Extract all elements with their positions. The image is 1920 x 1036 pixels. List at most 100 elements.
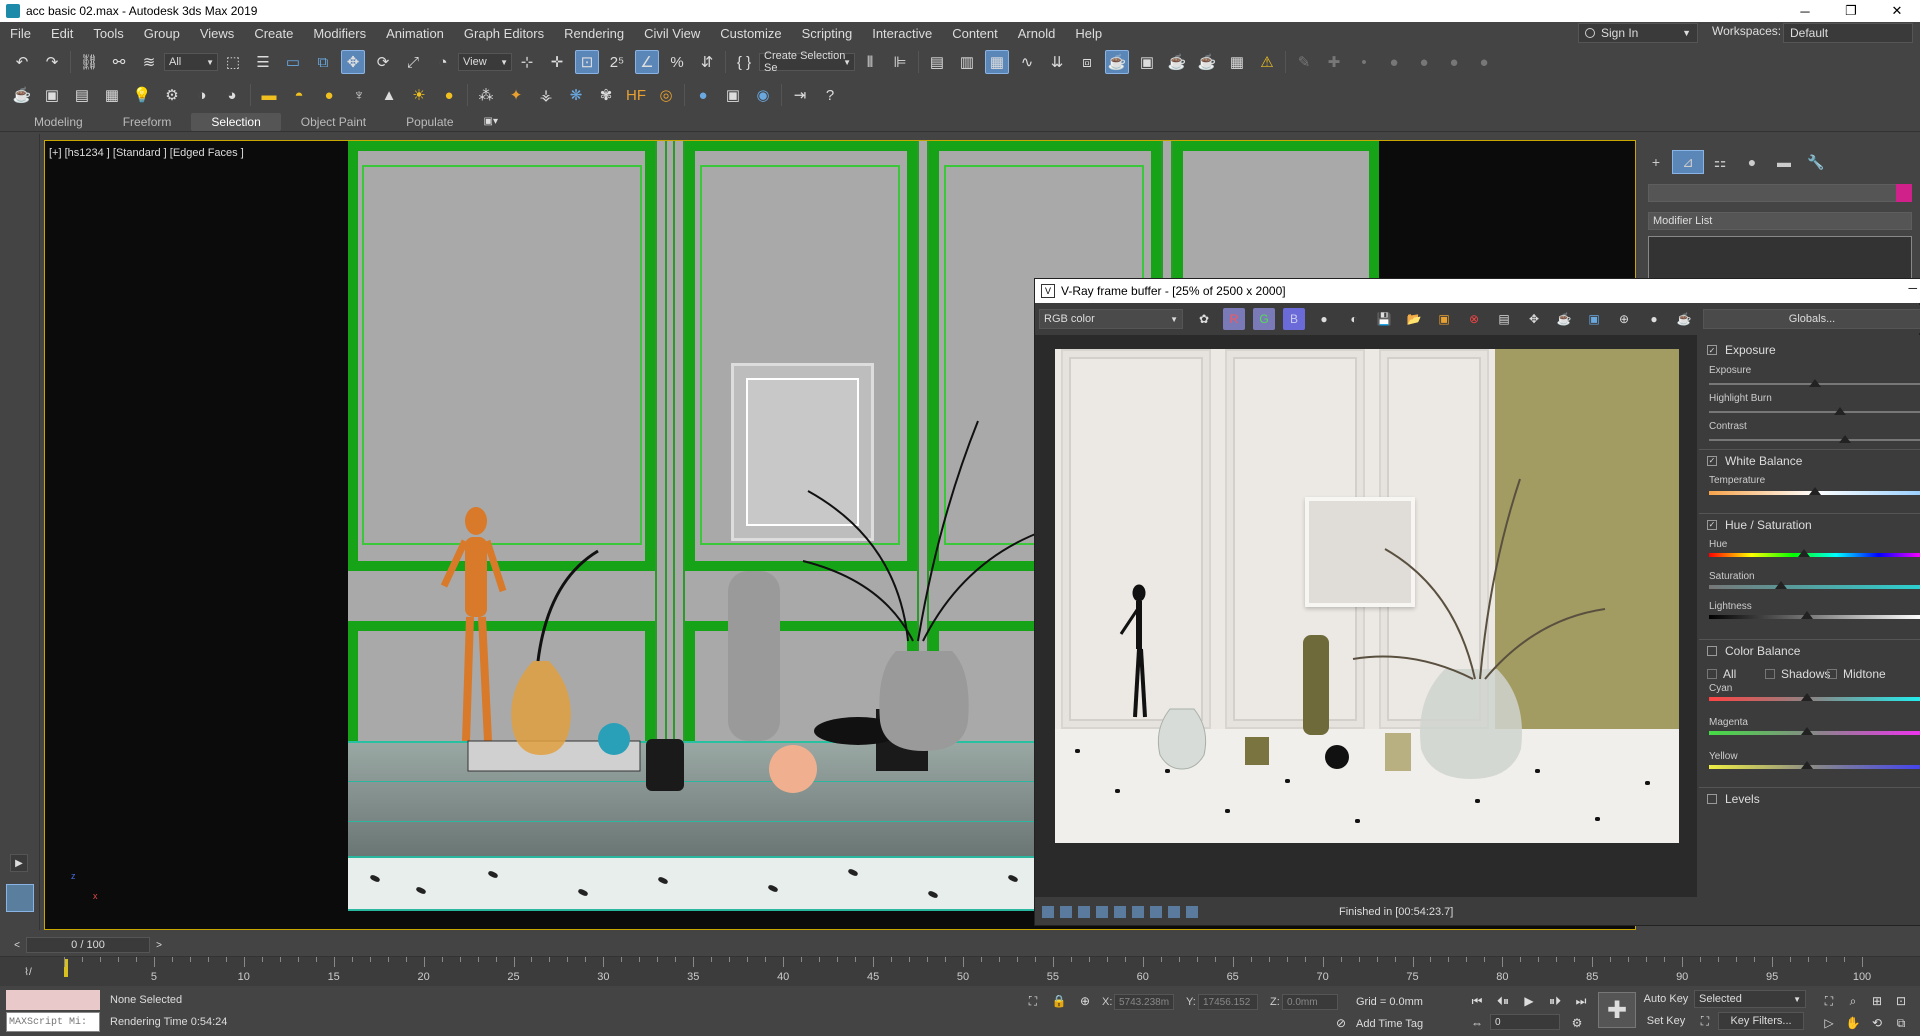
levels-section[interactable]: Levels bbox=[1699, 787, 1920, 809]
next-frame-icon[interactable]: ⏸⏵ bbox=[1544, 992, 1566, 1010]
link-icon[interactable]: ⊕ bbox=[1613, 308, 1635, 330]
select-move-icon[interactable]: ✥ bbox=[341, 50, 365, 74]
mirror-icon[interactable]: ⫴ bbox=[858, 50, 882, 74]
zoom-all-icon[interactable]: ⊞ bbox=[1866, 992, 1888, 1010]
absolute-mode-icon[interactable]: ⊕ bbox=[1074, 992, 1096, 1010]
pivot-center-icon[interactable]: ⊹ bbox=[515, 50, 539, 74]
utilities-tab-icon[interactable]: 🔧 bbox=[1800, 150, 1832, 174]
color-balance-section[interactable]: Color Balance bbox=[1699, 639, 1920, 661]
maxscript-listener[interactable] bbox=[6, 990, 100, 1010]
vray-debug-icon[interactable]: ◉ bbox=[751, 83, 775, 107]
circle-icon[interactable]: ● bbox=[1442, 50, 1466, 74]
sign-in-button[interactable]: Sign In ▼ bbox=[1578, 23, 1698, 43]
toggle-ribbon-icon[interactable]: ▥ bbox=[955, 50, 979, 74]
orbit-icon[interactable]: ✋ bbox=[1842, 1014, 1864, 1032]
tab-freeform[interactable]: Freeform bbox=[103, 113, 192, 131]
lightness-slider[interactable] bbox=[1709, 611, 1920, 619]
slider-thumb[interactable] bbox=[1800, 611, 1813, 619]
render-elements-icon[interactable]: ▤ bbox=[70, 83, 94, 107]
curve-icon[interactable] bbox=[1114, 906, 1126, 918]
selection-filter-dropdown[interactable]: All ▼ bbox=[164, 53, 218, 71]
menu-group[interactable]: Group bbox=[134, 26, 190, 41]
sphere-light-icon[interactable]: ● bbox=[317, 83, 341, 107]
menu-file[interactable]: File bbox=[0, 26, 41, 41]
menu-civil-view[interactable]: Civil View bbox=[634, 26, 710, 41]
hue-saturation-checkbox[interactable]: ✓ bbox=[1707, 519, 1717, 530]
menu-arnold[interactable]: Arnold bbox=[1008, 26, 1066, 41]
slider-thumb[interactable] bbox=[1809, 379, 1821, 387]
vray-material-icon[interactable]: ◕ bbox=[220, 83, 244, 107]
workspaces-dropdown[interactable]: Default bbox=[1783, 23, 1913, 43]
ocio-icon[interactable] bbox=[1186, 906, 1198, 918]
rect-selection-icon[interactable]: ▭ bbox=[281, 50, 305, 74]
ornament-icon[interactable]: ◎ bbox=[654, 83, 678, 107]
select-scale-icon[interactable]: ⤢ bbox=[401, 50, 425, 74]
previous-frame-icon[interactable]: ⏴⏸ bbox=[1492, 992, 1514, 1010]
render-area[interactable] bbox=[1035, 335, 1697, 897]
shadows-checkbox[interactable] bbox=[1765, 669, 1775, 679]
pan-icon[interactable]: ▷ bbox=[1818, 1014, 1840, 1032]
midtones-checkbox[interactable] bbox=[1827, 669, 1837, 679]
current-frame-field[interactable]: 0 bbox=[1490, 1014, 1560, 1030]
menu-modifiers[interactable]: Modifiers bbox=[303, 26, 376, 41]
lens-effects-icon[interactable] bbox=[1060, 906, 1072, 918]
redo-icon[interactable]: ↷ bbox=[40, 50, 64, 74]
tab-modeling[interactable]: Modeling bbox=[14, 113, 103, 131]
z-coordinate-field[interactable]: 0.0mm bbox=[1282, 994, 1338, 1010]
select-object-icon[interactable]: ⬚ bbox=[221, 50, 245, 74]
rendered-frame-window-icon[interactable]: ▣ bbox=[1135, 50, 1159, 74]
green-channel-icon[interactable]: G bbox=[1253, 308, 1275, 330]
menu-customize[interactable]: Customize bbox=[710, 26, 791, 41]
menu-content[interactable]: Content bbox=[942, 26, 1008, 41]
globals-button[interactable]: Globals... bbox=[1703, 309, 1920, 329]
slider-thumb[interactable] bbox=[1800, 761, 1813, 769]
hair-icon[interactable]: HF bbox=[624, 83, 648, 107]
hue-slider[interactable] bbox=[1709, 549, 1920, 557]
exposure-checkbox[interactable]: ✓ bbox=[1707, 345, 1717, 355]
copy-icon[interactable]: ▣ bbox=[1433, 308, 1455, 330]
circle-icon[interactable]: ● bbox=[1412, 50, 1436, 74]
schematic-view-icon[interactable]: ⇊ bbox=[1045, 50, 1069, 74]
select-manipulate-icon[interactable]: ✛ bbox=[545, 50, 569, 74]
unlink-icon[interactable]: ⚯ bbox=[107, 50, 131, 74]
slider-thumb[interactable] bbox=[1838, 435, 1851, 443]
lut-icon[interactable] bbox=[1096, 906, 1108, 918]
track-bar[interactable]: ⌇/ 5 10 15 20 25 30 35 40 45 50 55 60 65 70 75 80 85 90 95… bbox=[0, 956, 1920, 986]
highlight-burn-slider[interactable] bbox=[1709, 407, 1920, 415]
all-checkbox[interactable] bbox=[1707, 669, 1717, 679]
menu-graph-editors[interactable]: Graph Editors bbox=[454, 26, 554, 41]
brush-tool-icon[interactable]: ✎ bbox=[1292, 50, 1316, 74]
y-coordinate-field[interactable]: 17456.152 bbox=[1198, 994, 1258, 1010]
motion-tab-icon[interactable]: ● bbox=[1736, 150, 1768, 174]
color-balance-checkbox[interactable] bbox=[1707, 645, 1717, 656]
edit-named-selection-icon[interactable]: { } bbox=[732, 50, 756, 74]
slider-thumb[interactable] bbox=[1834, 407, 1847, 415]
magenta-slider[interactable] bbox=[1709, 727, 1920, 735]
display-tab-icon[interactable]: ▬ bbox=[1768, 150, 1800, 174]
contrast-slider[interactable] bbox=[1709, 435, 1920, 443]
material-sphere-icon[interactable]: ● bbox=[691, 83, 715, 107]
window-crossing-icon[interactable]: ⧉ bbox=[311, 50, 335, 74]
zoom-icon[interactable]: ⌕ bbox=[1842, 992, 1864, 1010]
selection-lock-icon[interactable]: 🔒 bbox=[1048, 992, 1070, 1010]
object-name-field[interactable] bbox=[1648, 184, 1900, 202]
tab-object-paint[interactable]: Object Paint bbox=[281, 113, 386, 131]
history-icon[interactable] bbox=[1042, 906, 1054, 918]
vray-plane-icon[interactable]: ⚶ bbox=[534, 83, 558, 107]
help-icon[interactable]: ? bbox=[818, 83, 842, 107]
auto-key-button[interactable]: Auto Key bbox=[1642, 990, 1690, 1008]
next-frame-icon[interactable]: > bbox=[152, 938, 166, 952]
menu-rendering[interactable]: Rendering bbox=[554, 26, 634, 41]
hierarchy-tab-icon[interactable]: ⚏ bbox=[1704, 150, 1736, 174]
prev-frame-icon[interactable]: < bbox=[10, 938, 24, 952]
angle-snap-icon[interactable]: ∠ bbox=[635, 50, 659, 74]
clear-image-icon[interactable]: ⊗ bbox=[1463, 308, 1485, 330]
saturation-slider[interactable] bbox=[1709, 581, 1920, 589]
temperature-slider[interactable] bbox=[1709, 487, 1920, 495]
track-mouse-icon[interactable]: ▤ bbox=[1493, 308, 1515, 330]
render-frame-icon[interactable]: ▣ bbox=[40, 83, 64, 107]
layer-explorer-icon[interactable]: ▤ bbox=[925, 50, 949, 74]
load-image-icon[interactable]: 📂 bbox=[1403, 308, 1425, 330]
levels-checkbox[interactable] bbox=[1707, 793, 1717, 804]
render-iterative-icon[interactable]: ☕ bbox=[1195, 50, 1219, 74]
